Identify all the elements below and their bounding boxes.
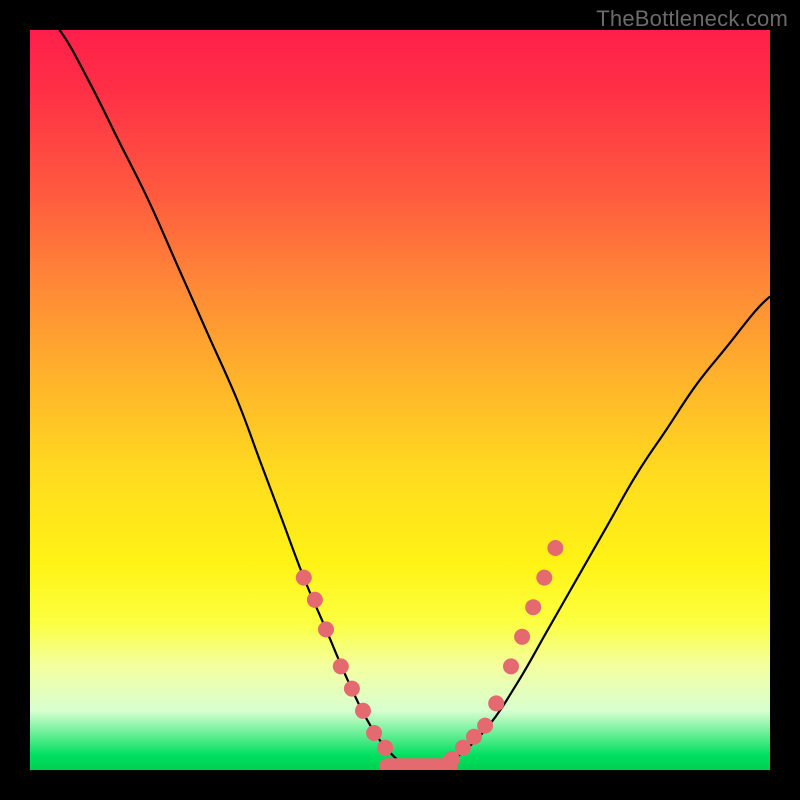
marker-point bbox=[296, 570, 312, 586]
marker-point bbox=[514, 629, 530, 645]
marker-point bbox=[547, 540, 563, 556]
marker-point bbox=[366, 725, 382, 741]
chart-frame: TheBottleneck.com bbox=[0, 0, 800, 800]
marker-point bbox=[477, 718, 493, 734]
bottleneck-curve bbox=[30, 30, 770, 770]
marker-point bbox=[488, 695, 504, 711]
marker-point bbox=[355, 703, 371, 719]
marker-point bbox=[318, 621, 334, 637]
marker-point bbox=[307, 592, 323, 608]
watermark-text: TheBottleneck.com bbox=[596, 6, 788, 32]
marker-point bbox=[525, 599, 541, 615]
marker-point bbox=[377, 740, 393, 756]
marker-point bbox=[333, 658, 349, 674]
plot-area bbox=[30, 30, 770, 770]
marker-point bbox=[536, 570, 552, 586]
marker-flat bbox=[379, 758, 458, 770]
marker-point bbox=[344, 681, 360, 697]
marker-point bbox=[503, 658, 519, 674]
curve-svg bbox=[30, 30, 770, 770]
